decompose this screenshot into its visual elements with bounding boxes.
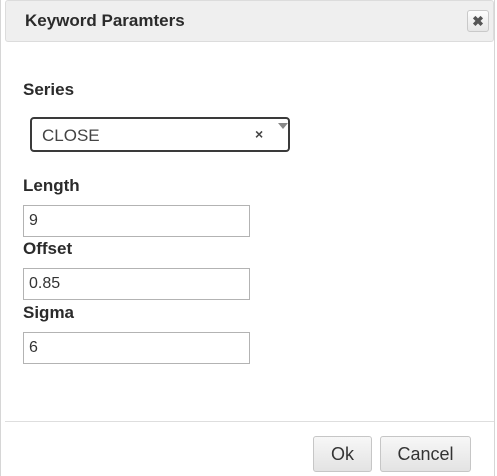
dialog-titlebar[interactable]: Keyword Paramters ✖ — [5, 0, 494, 42]
ok-button[interactable]: Ok — [313, 436, 372, 472]
footer-divider — [5, 421, 494, 422]
dropdown-arrow-icon[interactable] — [278, 123, 288, 129]
series-label: Series — [23, 80, 75, 99]
keyword-parameters-dialog: Keyword Paramters ✖ Series CLOSE × Lengt… — [0, 0, 495, 476]
series-select[interactable]: CLOSE × — [30, 117, 290, 152]
sigma-input[interactable] — [23, 332, 250, 364]
length-input[interactable] — [23, 205, 250, 237]
dialog-title: Keyword Paramters — [25, 11, 185, 30]
offset-label: Offset — [23, 239, 73, 258]
offset-input[interactable] — [23, 268, 250, 300]
close-icon: ✖ — [472, 12, 484, 29]
close-button[interactable]: ✖ — [467, 10, 489, 32]
cancel-button[interactable]: Cancel — [380, 436, 471, 472]
series-selected-value: CLOSE — [42, 126, 100, 145]
sigma-label: Sigma — [23, 303, 75, 322]
length-label: Length — [23, 176, 80, 195]
clear-selection-icon[interactable]: × — [255, 126, 263, 142]
